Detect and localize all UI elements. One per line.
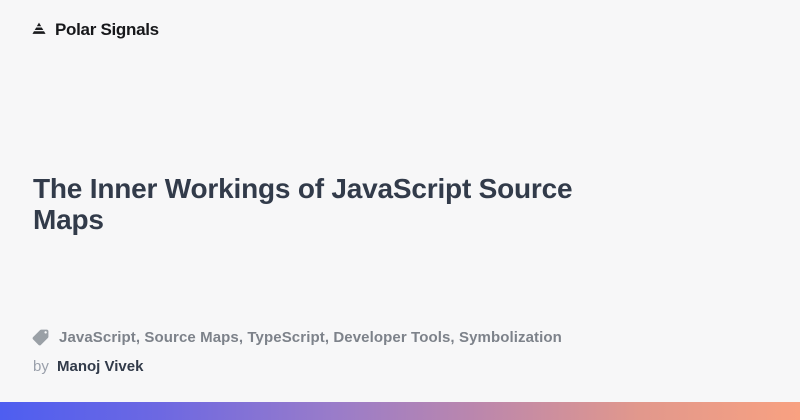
polar-signals-logo: Polar Signals <box>30 20 159 40</box>
brand-name: Polar Signals <box>55 20 159 40</box>
tags-row: JavaScript, Source Maps, TypeScript, Dev… <box>31 328 562 347</box>
article-title: The Inner Workings of JavaScript Source … <box>33 173 572 235</box>
tag-icon <box>31 328 50 347</box>
article-title-line-1: The Inner Workings of JavaScript Source <box>33 173 572 204</box>
author-name: Manoj Vivek <box>57 358 143 375</box>
article-title-line-2: Maps <box>33 204 572 235</box>
byline-prefix: by <box>33 358 49 375</box>
polar-signals-pyramid-icon <box>30 21 48 39</box>
accent-gradient-bar <box>0 402 800 420</box>
tags-text: JavaScript, Source Maps, TypeScript, Dev… <box>59 329 562 346</box>
byline: by Manoj Vivek <box>33 357 143 376</box>
article-social-card: Polar Signals The Inner Workings of Java… <box>0 0 800 420</box>
